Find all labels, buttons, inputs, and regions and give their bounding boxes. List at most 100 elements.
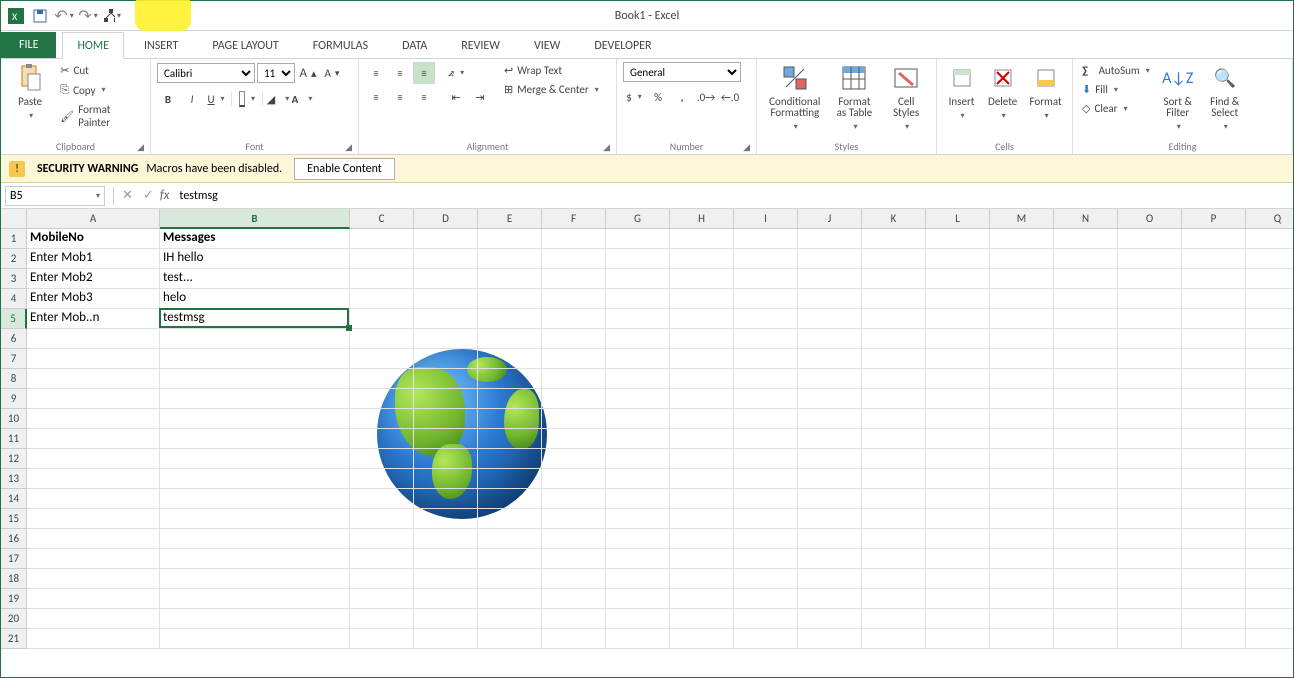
cell-F13[interactable] bbox=[542, 469, 606, 489]
cell-I17[interactable] bbox=[734, 549, 798, 569]
cell-A6[interactable] bbox=[27, 329, 160, 349]
row-header-17[interactable]: 17 bbox=[1, 549, 27, 569]
cell-E11[interactable] bbox=[478, 429, 542, 449]
cell-M17[interactable] bbox=[990, 549, 1054, 569]
cell-D11[interactable] bbox=[414, 429, 478, 449]
cell-O17[interactable] bbox=[1118, 549, 1182, 569]
tab-pagelayout[interactable]: PAGE LAYOUT bbox=[198, 33, 292, 58]
cell-H7[interactable] bbox=[670, 349, 734, 369]
cell-K20[interactable] bbox=[862, 609, 926, 629]
cell-A4[interactable]: Enter Mob3 bbox=[27, 289, 160, 309]
cell-G10[interactable] bbox=[606, 409, 670, 429]
cell-E4[interactable] bbox=[478, 289, 542, 309]
cell-K15[interactable] bbox=[862, 509, 926, 529]
cell-B14[interactable] bbox=[160, 489, 350, 509]
cell-Q14[interactable] bbox=[1246, 489, 1293, 509]
cell-D4[interactable] bbox=[414, 289, 478, 309]
cell-L8[interactable] bbox=[926, 369, 990, 389]
cell-C12[interactable] bbox=[350, 449, 414, 469]
cell-C10[interactable] bbox=[350, 409, 414, 429]
cell-L16[interactable] bbox=[926, 529, 990, 549]
column-header-M[interactable]: M bbox=[990, 209, 1054, 229]
cell-G3[interactable] bbox=[606, 269, 670, 289]
cell-Q2[interactable] bbox=[1246, 249, 1293, 269]
cell-N20[interactable] bbox=[1054, 609, 1118, 629]
cell-J5[interactable] bbox=[798, 309, 862, 329]
cell-G6[interactable] bbox=[606, 329, 670, 349]
cell-O11[interactable] bbox=[1118, 429, 1182, 449]
decrease-indent-button[interactable]: ⇤ bbox=[445, 86, 467, 108]
cell-M20[interactable] bbox=[990, 609, 1054, 629]
column-header-O[interactable]: O bbox=[1118, 209, 1182, 229]
cell-C6[interactable] bbox=[350, 329, 414, 349]
cell-Q5[interactable] bbox=[1246, 309, 1293, 329]
cell-L19[interactable] bbox=[926, 589, 990, 609]
font-size-select[interactable]: 11 bbox=[257, 63, 295, 83]
cell-E13[interactable] bbox=[478, 469, 542, 489]
cell-B12[interactable] bbox=[160, 449, 350, 469]
cell-Q20[interactable] bbox=[1246, 609, 1293, 629]
cell-M16[interactable] bbox=[990, 529, 1054, 549]
cell-N8[interactable] bbox=[1054, 369, 1118, 389]
cell-P17[interactable] bbox=[1182, 549, 1246, 569]
cell-D8[interactable] bbox=[414, 369, 478, 389]
cell-P12[interactable] bbox=[1182, 449, 1246, 469]
cell-P3[interactable] bbox=[1182, 269, 1246, 289]
paste-button[interactable]: Paste▾ bbox=[7, 62, 53, 124]
column-header-J[interactable]: J bbox=[798, 209, 862, 229]
cell-H21[interactable] bbox=[670, 629, 734, 649]
border-button[interactable]: ▾ bbox=[236, 88, 258, 110]
cell-K1[interactable] bbox=[862, 229, 926, 249]
cell-B13[interactable] bbox=[160, 469, 350, 489]
cell-G14[interactable] bbox=[606, 489, 670, 509]
cell-K14[interactable] bbox=[862, 489, 926, 509]
cell-P18[interactable] bbox=[1182, 569, 1246, 589]
cell-J16[interactable] bbox=[798, 529, 862, 549]
cell-F14[interactable] bbox=[542, 489, 606, 509]
align-center-button[interactable]: ≡ bbox=[389, 86, 411, 108]
cell-D3[interactable] bbox=[414, 269, 478, 289]
currency-button[interactable]: $▾ bbox=[623, 86, 645, 108]
cell-O13[interactable] bbox=[1118, 469, 1182, 489]
format-as-table-button[interactable]: Format as Table▾ bbox=[831, 62, 879, 135]
row-header-1[interactable]: 1 bbox=[1, 229, 27, 249]
cell-A20[interactable] bbox=[27, 609, 160, 629]
row-header-18[interactable]: 18 bbox=[1, 569, 27, 589]
cell-F8[interactable] bbox=[542, 369, 606, 389]
cell-C18[interactable] bbox=[350, 569, 414, 589]
cell-G15[interactable] bbox=[606, 509, 670, 529]
cell-E8[interactable] bbox=[478, 369, 542, 389]
cell-B9[interactable] bbox=[160, 389, 350, 409]
percent-button[interactable]: % bbox=[647, 86, 669, 108]
cell-A12[interactable] bbox=[27, 449, 160, 469]
cell-H10[interactable] bbox=[670, 409, 734, 429]
cell-K16[interactable] bbox=[862, 529, 926, 549]
cell-B1[interactable]: Messages bbox=[160, 229, 350, 249]
formula-input[interactable] bbox=[175, 189, 1293, 203]
save-icon[interactable] bbox=[31, 7, 49, 25]
cell-J15[interactable] bbox=[798, 509, 862, 529]
cell-P7[interactable] bbox=[1182, 349, 1246, 369]
cell-J4[interactable] bbox=[798, 289, 862, 309]
cell-D7[interactable] bbox=[414, 349, 478, 369]
tab-insert[interactable]: INSERT bbox=[130, 33, 192, 58]
cell-D2[interactable] bbox=[414, 249, 478, 269]
cell-K6[interactable] bbox=[862, 329, 926, 349]
cell-L10[interactable] bbox=[926, 409, 990, 429]
cell-E21[interactable] bbox=[478, 629, 542, 649]
cell-P9[interactable] bbox=[1182, 389, 1246, 409]
cell-E17[interactable] bbox=[478, 549, 542, 569]
cell-F2[interactable] bbox=[542, 249, 606, 269]
cell-D10[interactable] bbox=[414, 409, 478, 429]
fill-button[interactable]: ⬇Fill▾ bbox=[1079, 81, 1153, 98]
format-painter-button[interactable]: 🖌Format Painter bbox=[57, 101, 144, 131]
cell-P20[interactable] bbox=[1182, 609, 1246, 629]
cell-H13[interactable] bbox=[670, 469, 734, 489]
cell-C3[interactable] bbox=[350, 269, 414, 289]
row-header-16[interactable]: 16 bbox=[1, 529, 27, 549]
cell-J6[interactable] bbox=[798, 329, 862, 349]
cell-I15[interactable] bbox=[734, 509, 798, 529]
find-select-button[interactable]: 🔍Find & Select▾ bbox=[1203, 62, 1247, 135]
cell-I5[interactable] bbox=[734, 309, 798, 329]
row-header-21[interactable]: 21 bbox=[1, 629, 27, 649]
